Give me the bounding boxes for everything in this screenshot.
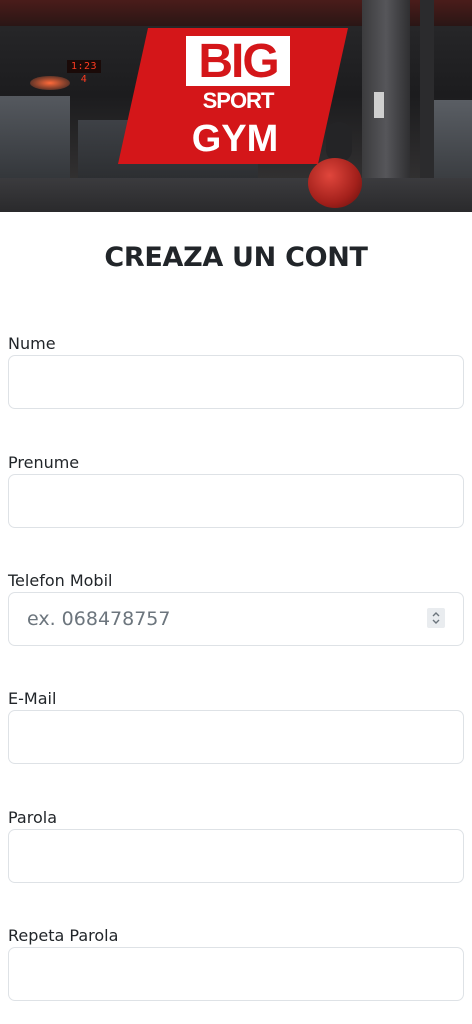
equipment-rack [0, 96, 70, 178]
telefon-input[interactable] [8, 592, 464, 646]
logo-sport-text: SPORT [202, 88, 275, 113]
prenume-field-group: Prenume [8, 451, 464, 528]
parola-label: Parola [8, 808, 57, 827]
floor [0, 178, 472, 212]
header-banner: 1:23 4 BIG SPORT GYM [0, 0, 472, 212]
telefon-field-group: Telefon Mobil [8, 569, 464, 646]
email-field-group: E-Mail [8, 687, 464, 764]
email-label: E-Mail [8, 689, 57, 708]
nume-label: Nume [8, 334, 56, 353]
repeta-parola-label: Repeta Parola [8, 926, 119, 945]
nume-input[interactable] [8, 355, 464, 409]
logo-big-text: BIG [186, 36, 290, 86]
nume-field-group: Nume [8, 332, 464, 409]
telefon-label: Telefon Mobil [8, 571, 113, 590]
scoreboard-display: 1:23 4 [67, 60, 101, 85]
repeta-parola-input[interactable] [8, 947, 464, 1001]
equipment-rack [430, 100, 472, 180]
medicine-ball-icon [308, 158, 362, 208]
page-title: CREAZA UN CONT [104, 242, 368, 273]
big-sport-gym-logo[interactable]: BIG SPORT GYM [118, 28, 348, 164]
logo-gym-text: GYM [191, 118, 279, 160]
wall-sign [374, 92, 384, 118]
ceiling-light [30, 76, 70, 90]
prenume-input[interactable] [8, 474, 464, 528]
parola-field-group: Parola [8, 806, 464, 883]
prenume-label: Prenume [8, 453, 80, 472]
email-input[interactable] [8, 710, 464, 764]
number-spinner-icon[interactable] [427, 608, 445, 628]
repeta-parola-field-group: Repeta Parola [8, 924, 464, 1001]
parola-input[interactable] [8, 829, 464, 883]
